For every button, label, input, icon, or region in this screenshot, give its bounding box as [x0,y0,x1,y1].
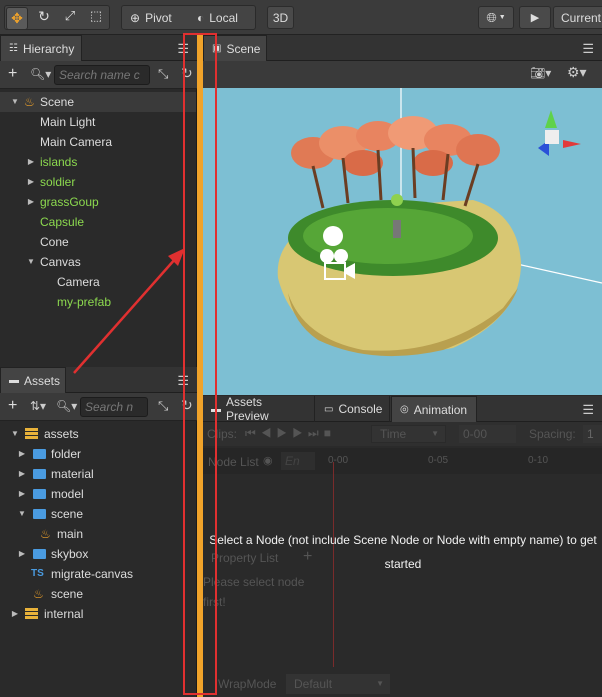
annotation-arrow [73,248,185,374]
